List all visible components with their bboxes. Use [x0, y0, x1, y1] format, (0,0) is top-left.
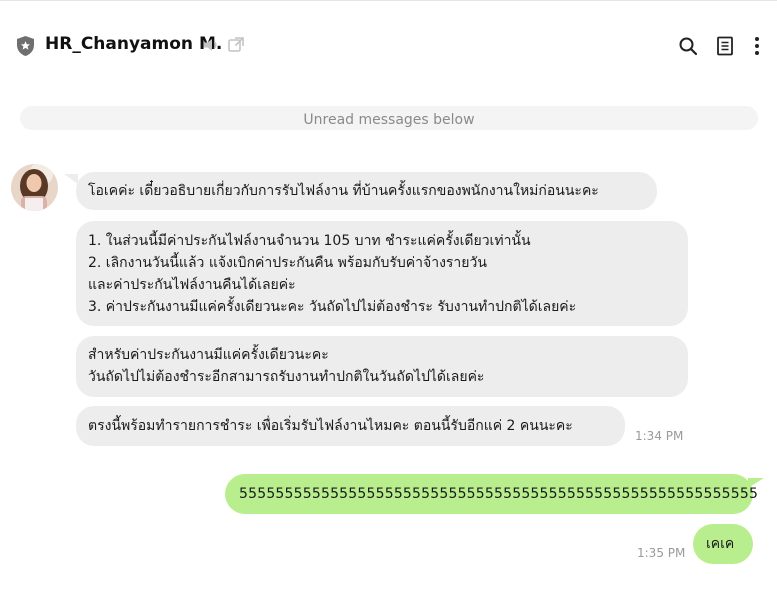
message-text: ตรงนี้พร้อมทำรายการชำระ เพื่อเริ่มรับไฟล…	[88, 418, 573, 434]
incoming-bubble-tail	[64, 174, 78, 184]
more-vertical-icon	[755, 37, 759, 55]
incoming-message[interactable]: สำหรับค่าประกันงานมีแค่ครั้งเดียวนะคะ วั…	[76, 336, 688, 397]
message-timestamp: 1:34 PM	[635, 429, 684, 443]
message-timestamp: 1:35 PM	[637, 546, 686, 560]
message-text: โอเคค่ะ เดี๋ยวอธิบายเกี่ยวกับการรับไฟล์ง…	[88, 183, 599, 199]
notes-icon	[717, 36, 733, 56]
message-line: วันถัดไปไม่ต้องชำระอีกสามารถรับงานทำปกติ…	[88, 369, 485, 385]
message-text: 5555555555555555555555555555555555555555…	[239, 486, 759, 502]
message-line: 2. เลิกงานวันนี้แล้ว แจ้งเบิกค่าประกันคื…	[88, 255, 487, 271]
search-button[interactable]	[676, 34, 700, 58]
search-icon	[679, 37, 698, 56]
chat-title[interactable]: HR_Chanyamon M.	[45, 34, 222, 54]
mute-icon[interactable]	[202, 36, 220, 54]
unread-divider: Unread messages below	[20, 106, 758, 130]
outgoing-message[interactable]: 5555555555555555555555555555555555555555…	[225, 474, 758, 514]
shield-icon	[16, 35, 35, 57]
more-options-button[interactable]	[745, 34, 769, 58]
message-line: และค่าประกันไฟล์งานคืนได้เลยค่ะ	[88, 277, 296, 293]
top-divider	[0, 0, 777, 1]
incoming-message[interactable]: ตรงนี้พร้อมทำรายการชำระ เพื่อเริ่มรับไฟล…	[76, 406, 625, 446]
external-window-icon[interactable]	[227, 36, 245, 54]
notes-button[interactable]	[713, 34, 737, 58]
message-text: เคเค	[706, 536, 735, 552]
avatar[interactable]	[11, 164, 58, 211]
message-line: 1. ในส่วนนี้มีค่าประกันไฟล์งานจำนวน 105 …	[88, 233, 531, 249]
message-line: สำหรับค่าประกันงานมีแค่ครั้งเดียวนะคะ	[88, 347, 329, 363]
chat-header: HR_Chanyamon M.	[0, 26, 777, 64]
incoming-message[interactable]: โอเคค่ะ เดี๋ยวอธิบายเกี่ยวกับการรับไฟล์ง…	[76, 172, 657, 210]
incoming-message[interactable]: 1. ในส่วนนี้มีค่าประกันไฟล์งานจำนวน 105 …	[76, 221, 688, 326]
message-line: 3. ค่าประกันงานมีแค่ครั้งเดียวนะคะ วันถั…	[88, 299, 577, 315]
outgoing-message[interactable]: เคเค	[693, 524, 753, 564]
